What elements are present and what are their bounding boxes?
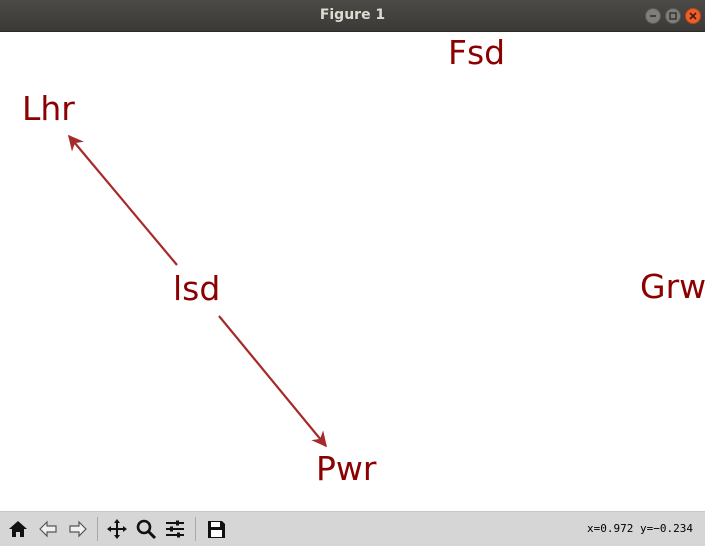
home-icon <box>9 521 27 537</box>
pan-icon <box>107 519 127 539</box>
forward-button[interactable] <box>65 516 91 542</box>
arrows-layer <box>68 134 327 448</box>
configure-subplots-button[interactable] <box>162 516 188 542</box>
back-button[interactable] <box>35 516 61 542</box>
cursor-coordinates: x=0.972 y=−0.234 <box>587 522 693 535</box>
back-icon <box>39 520 57 538</box>
close-icon <box>689 12 697 20</box>
close-button[interactable] <box>685 8 701 24</box>
node-label: Pwr <box>316 449 377 488</box>
window-title: Figure 1 <box>319 7 386 23</box>
configure-subplots-icon <box>166 520 184 538</box>
node-label: Fsd <box>448 33 506 72</box>
navigation-toolbar: x=0.972 y=−0.234 <box>0 511 705 546</box>
pan-button[interactable] <box>104 516 130 542</box>
save-button[interactable] <box>203 516 229 542</box>
arrow-lsd-to-lhr <box>68 134 178 266</box>
toolbar-separator <box>97 517 98 541</box>
node-label: lsd <box>173 269 221 308</box>
minimize-icon <box>650 15 656 17</box>
node-label: Lhr <box>22 89 75 128</box>
zoom-button[interactable] <box>133 516 159 542</box>
maximize-button[interactable] <box>665 8 681 24</box>
figure-canvas[interactable]: Fsd Lhr lsd Grw Pwr <box>0 32 705 511</box>
zoom-icon <box>136 519 157 540</box>
node-label: Grw <box>640 267 705 306</box>
minimize-button[interactable] <box>645 8 661 24</box>
forward-icon <box>69 520 87 538</box>
save-icon <box>208 521 225 538</box>
toolbar-separator <box>195 517 196 541</box>
maximize-icon <box>669 12 677 20</box>
home-button[interactable] <box>5 516 31 542</box>
window-titlebar: Figure 1 <box>0 0 705 32</box>
arrow-lsd-to-pwr <box>218 315 327 448</box>
